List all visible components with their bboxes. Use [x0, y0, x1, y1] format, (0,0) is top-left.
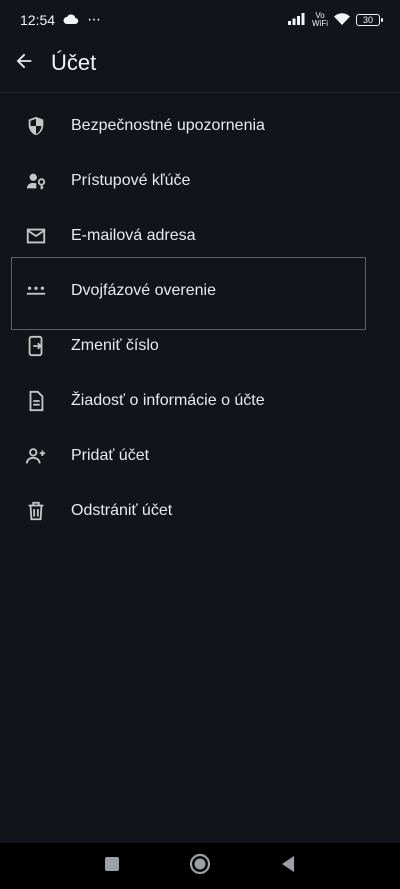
status-right: Vo WiFi 30 — [288, 12, 383, 28]
menu-item-passkeys[interactable]: Prístupové kľúče — [0, 153, 400, 208]
status-bar: 12:54 ··· Vo WiFi 30 — [0, 0, 400, 40]
menu-item-request-account-info[interactable]: Žiadosť o informácie o účte — [0, 373, 400, 428]
arrow-back-icon — [13, 50, 35, 77]
passkey-icon — [24, 169, 48, 193]
more-notifications-icon: ··· — [87, 11, 101, 28]
document-icon — [24, 389, 48, 413]
wifi-icon — [334, 12, 350, 28]
page-title: Účet — [51, 50, 97, 75]
back-button[interactable] — [0, 40, 48, 86]
home-button[interactable] — [189, 853, 211, 880]
status-time: 12:54 — [20, 12, 56, 28]
menu-item-label: E-mailová adresa — [71, 226, 196, 244]
shield-icon — [24, 114, 48, 138]
cloud-icon — [63, 12, 79, 28]
trash-icon — [24, 499, 48, 523]
menu-item-email-address[interactable]: E-mailová adresa — [0, 208, 400, 263]
menu-item-label: Bezpečnostné upozornenia — [71, 116, 265, 134]
menu-item-label: Pridať účet — [71, 446, 150, 464]
menu-item-label: Prístupové kľúče — [71, 171, 191, 189]
highlight-box — [11, 257, 366, 330]
recent-apps-button[interactable] — [104, 856, 120, 877]
add-person-icon — [24, 444, 48, 468]
header-divider — [0, 92, 400, 93]
status-left: 12:54 ··· — [20, 11, 101, 29]
battery-indicator: 30 — [356, 14, 383, 26]
menu-item-security-notifications[interactable]: Bezpečnostné upozornenia — [0, 98, 400, 153]
battery-level: 30 — [362, 14, 373, 25]
back-nav-button[interactable] — [280, 855, 296, 878]
menu-item-delete-account[interactable]: Odstrániť účet — [0, 483, 400, 538]
menu-item-add-account[interactable]: Pridať účet — [0, 428, 400, 483]
menu-item-label: Zmeniť číslo — [71, 336, 159, 354]
volte-indicator: Vo WiFi — [312, 12, 328, 28]
app-bar: Účet — [0, 40, 400, 86]
wifi-calling-label: WiFi — [312, 19, 328, 28]
menu-item-label: Odstrániť účet — [71, 501, 173, 519]
menu-item-label: Žiadosť o informácie o účte — [71, 391, 265, 409]
phone-transfer-icon — [24, 334, 48, 358]
system-nav-bar — [0, 843, 400, 889]
email-icon — [24, 224, 48, 248]
signal-icon — [288, 12, 306, 28]
